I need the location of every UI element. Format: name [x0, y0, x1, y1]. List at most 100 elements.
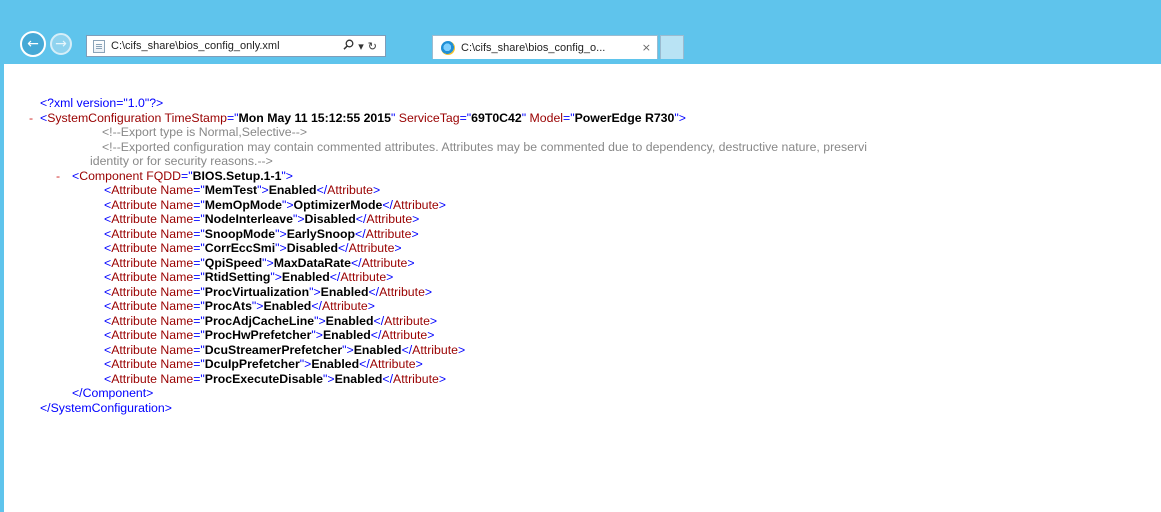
window-border: [0, 64, 4, 512]
element-text: MaxDataRate: [273, 255, 351, 270]
comment-text: <!--Exported configuration may contain c…: [102, 139, 867, 154]
element-text: Disabled: [304, 212, 356, 226]
element-text: Enabled: [281, 270, 330, 284]
attribute-line: <Attribute Name="DcuIpPrefetcher">Enable…: [104, 357, 423, 371]
search-icon[interactable]: [343, 39, 354, 53]
attribute-value: PowerEdge R730: [574, 110, 675, 125]
tag-name: Attribute: [111, 197, 157, 212]
tag-name: Attribute: [348, 241, 395, 255]
attribute-value: MemOpMode: [204, 197, 282, 212]
attribute-value: ProcHwPrefetcher: [204, 328, 312, 342]
attribute-value: QpiSpeed: [204, 255, 263, 270]
comment-text: <!--Export type is Normal,Selective-->: [102, 125, 308, 139]
attribute-name: Name: [160, 357, 194, 371]
element-text: Enabled: [268, 183, 317, 197]
attribute-name: Name: [160, 328, 194, 342]
attribute-line: <Attribute Name="RtidSetting">Enabled</A…: [104, 270, 394, 284]
attribute-name: FQDD: [146, 168, 182, 183]
tag-name: Attribute: [111, 313, 157, 328]
attribute-name: Name: [160, 313, 194, 328]
attribute-value: DcuIpPrefetcher: [204, 357, 300, 371]
xml-declaration: <?xml version="1.0"?>: [30, 96, 1161, 111]
collapse-toggle[interactable]: -: [29, 111, 33, 126]
element-text: OptimizerMode: [293, 197, 383, 212]
component-close-tag: </Component>: [30, 386, 1161, 401]
element-text: Enabled: [320, 284, 369, 299]
refresh-icon[interactable]: ↻: [368, 40, 377, 53]
close-tag: </Component>: [72, 386, 154, 400]
attribute-name: Name: [160, 183, 194, 197]
tag-name: SystemConfiguration: [47, 110, 162, 125]
attribute-value: ProcExecuteDisable: [204, 371, 324, 386]
tag-name: Attribute: [111, 255, 157, 270]
tag-name: Attribute: [111, 226, 157, 241]
tag-name: Attribute: [321, 299, 368, 313]
attribute-line: <Attribute Name="ProcAdjCacheLine">Enabl…: [104, 313, 438, 328]
attribute-name: Name: [160, 284, 194, 299]
attribute-line: <Attribute Name="ProcExecuteDisable">Ena…: [104, 371, 447, 386]
tag-name: Attribute: [327, 183, 373, 197]
tab-active[interactable]: C:\cifs_share\bios_config_o... ×: [432, 35, 658, 59]
back-button[interactable]: ←: [20, 31, 46, 57]
comment-text: identity or for security reasons.-->: [90, 154, 273, 168]
tag-name: Attribute: [111, 342, 157, 357]
page-icon: [93, 39, 105, 53]
tag-name: Attribute: [111, 328, 157, 342]
attribute-name: Name: [160, 371, 194, 386]
attribute-value: CorrEccSmi: [204, 241, 276, 255]
attribute-value: Mon May 11 15:12:55 2015: [238, 110, 391, 125]
attribute-line: <Attribute Name="NodeInterleave">Disable…: [104, 212, 420, 226]
attribute-name: Name: [160, 241, 194, 255]
attribute-line: <Attribute Name="MemOpMode">OptimizerMod…: [104, 197, 446, 212]
tab-title: C:\cifs_share\bios_config_o...: [461, 41, 606, 54]
tag-name: Attribute: [111, 299, 157, 313]
new-tab-button[interactable]: [660, 35, 684, 59]
attribute-name: Name: [160, 342, 194, 357]
tag-name: Attribute: [393, 371, 439, 386]
tag-name: Attribute: [361, 255, 408, 270]
collapse-toggle[interactable]: -: [56, 169, 60, 184]
attribute-name: ServiceTag: [398, 110, 460, 125]
element-text: Enabled: [353, 342, 402, 357]
tag-name: Attribute: [111, 357, 157, 371]
tag-name: Attribute: [381, 328, 428, 342]
attribute-value: ProcAdjCacheLine: [204, 313, 315, 328]
dropdown-icon[interactable]: ▾: [358, 40, 364, 53]
address-url[interactable]: C:\cifs_share\bios_config_only.xml: [111, 40, 343, 52]
attribute-line: <Attribute Name="ProcAts">Enabled</Attri…: [104, 299, 375, 313]
attribute-value: ProcVirtualization: [204, 284, 310, 299]
root-close-tag: </SystemConfiguration>: [30, 401, 1161, 416]
tag-name: Attribute: [111, 212, 157, 226]
tag-name: Attribute: [111, 284, 157, 299]
xml-document: <?xml version="1.0"?> - <SystemConfigurat…: [29, 96, 1161, 416]
tag-name: Attribute: [412, 342, 458, 357]
attribute-line: <Attribute Name="ProcVirtualization">Ena…: [104, 284, 433, 299]
attribute-name: Model: [529, 110, 564, 125]
xml-comment: identity or for security reasons.-->: [30, 154, 1161, 169]
element-text: Enabled: [322, 328, 371, 342]
browser-toolbar: ← → C:\cifs_share\bios_config_only.xml ▾…: [0, 0, 1161, 64]
internet-explorer-icon: [441, 40, 455, 55]
attribute-value: 69T0C42: [471, 110, 522, 125]
attribute-line: <Attribute Name="CorrEccSmi">Disabled</A…: [104, 241, 402, 255]
tag-name: Attribute: [379, 284, 425, 299]
element-text: Disabled: [286, 241, 338, 255]
tag-name: Attribute: [111, 183, 157, 197]
tag-name: Attribute: [384, 313, 430, 328]
tag-name: Attribute: [111, 371, 157, 386]
attribute-line: <Attribute Name="DcuStreamerPrefetcher">…: [104, 342, 466, 357]
attribute-value: ProcAts: [204, 299, 252, 313]
address-bar[interactable]: C:\cifs_share\bios_config_only.xml ▾ ↻: [86, 35, 386, 57]
element-text: Enabled: [311, 357, 360, 371]
xml-comment: <!--Exported configuration may contain c…: [30, 140, 1161, 155]
component-open-tag: - <Component FQDD="BIOS.Setup.1-1">: [56, 168, 293, 184]
tag-name: Attribute: [365, 226, 412, 241]
tag-name: Attribute: [340, 270, 387, 284]
tag-name: Attribute: [366, 212, 413, 226]
attribute-name: Name: [160, 299, 194, 313]
close-icon[interactable]: ×: [642, 41, 651, 54]
close-tag: </SystemConfiguration>: [40, 400, 172, 415]
attribute-line: <Attribute Name="MemTest">Enabled</Attri…: [104, 183, 381, 197]
forward-button[interactable]: →: [50, 33, 72, 55]
tag-name: Component: [79, 168, 143, 183]
